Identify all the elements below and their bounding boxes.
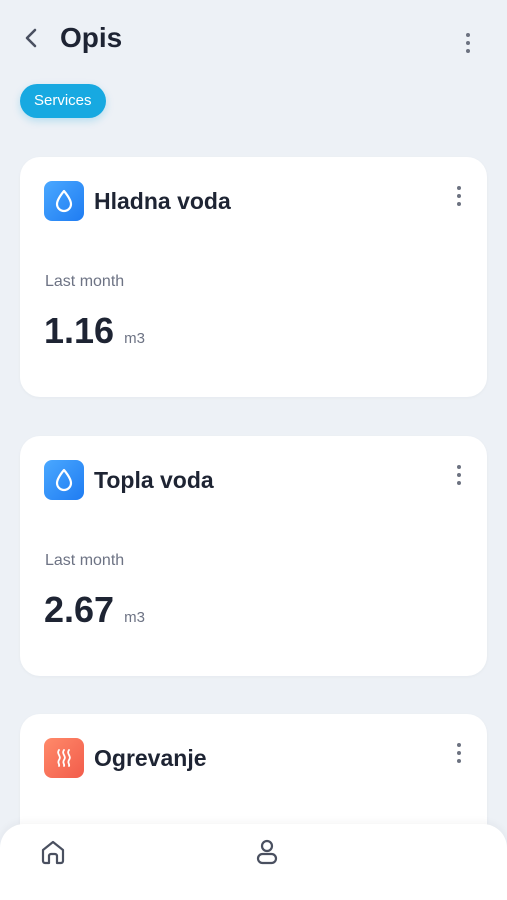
nav-home-button[interactable] — [33, 832, 73, 872]
consumption-value-row: 1.16 m3 — [44, 311, 145, 351]
more-vertical-icon — [466, 33, 470, 37]
bottom-navigation — [0, 824, 507, 900]
service-card-hladna-voda[interactable]: Hladna voda Last month 1.16 m3 — [20, 157, 487, 397]
header-more-button[interactable] — [460, 30, 476, 56]
more-vertical-icon — [457, 743, 461, 747]
card-title: Topla voda — [94, 467, 214, 493]
services-filter-chip[interactable]: Services — [20, 84, 106, 118]
app-header: Opis — [0, 0, 507, 80]
water-drop-icon — [44, 181, 84, 221]
consumption-value-row: 2.67 m3 — [44, 590, 145, 630]
home-icon — [41, 840, 65, 865]
consumption-unit: m3 — [124, 609, 145, 626]
period-label: Last month — [45, 273, 125, 290]
more-vertical-icon — [457, 465, 461, 469]
nav-profile-button[interactable] — [247, 832, 287, 872]
card-more-button[interactable] — [451, 183, 467, 209]
more-vertical-icon — [457, 186, 461, 190]
card-more-button[interactable] — [451, 740, 467, 766]
page-title: Opis — [60, 22, 123, 53]
consumption-value: 1.16 — [44, 310, 115, 351]
service-card-topla-voda[interactable]: Topla voda Last month 2.67 m3 — [20, 436, 487, 676]
card-title: Ogrevanje — [94, 745, 207, 771]
card-more-button[interactable] — [451, 462, 467, 488]
consumption-unit: m3 — [124, 330, 145, 347]
heat-waves-icon — [44, 738, 84, 778]
card-title: Hladna voda — [94, 188, 231, 214]
consumption-value: 2.67 — [44, 589, 115, 630]
chevron-left-icon — [25, 28, 37, 48]
profile-icon — [256, 839, 278, 865]
period-label: Last month — [45, 552, 125, 569]
back-button[interactable] — [16, 22, 46, 54]
water-drop-icon — [44, 460, 84, 500]
